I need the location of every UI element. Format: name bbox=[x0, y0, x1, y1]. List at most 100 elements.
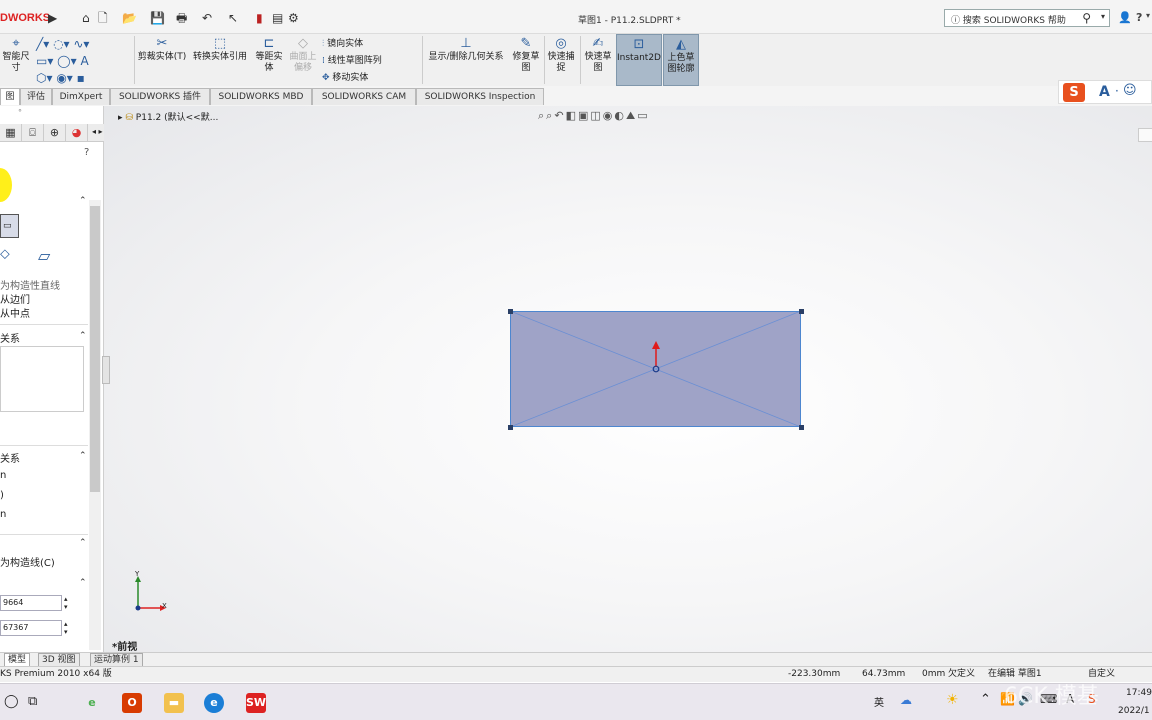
panel-drag-handle[interactable]: ° bbox=[18, 108, 22, 117]
parameter-x-input[interactable]: 9664 bbox=[0, 595, 62, 611]
relation-item[interactable]: n bbox=[0, 470, 6, 481]
section-view-icon[interactable]: ◧ bbox=[566, 109, 578, 122]
panel-collapse-handle[interactable] bbox=[102, 356, 110, 384]
new-document-icon[interactable]: 🗋 bbox=[98, 11, 108, 25]
open-icon[interactable]: 📂 bbox=[122, 11, 137, 25]
zoom-to-fit-icon[interactable]: ⌕ bbox=[538, 109, 546, 122]
options-gear-icon[interactable]: ⚙ bbox=[288, 11, 299, 25]
search-icon[interactable]: ◯ bbox=[4, 694, 19, 709]
undo-icon[interactable]: ↶ bbox=[202, 11, 212, 25]
surface-offset-button[interactable]: ◇ 曲面上偏移 bbox=[288, 34, 318, 86]
rectangle-icon[interactable]: ▭▾ ◯▾ A bbox=[36, 54, 89, 68]
clock-date[interactable]: 2022/1 bbox=[1118, 706, 1150, 716]
collapse-chevron-icon[interactable]: ⌃ bbox=[79, 538, 87, 548]
input-language[interactable]: 英 bbox=[874, 694, 884, 709]
file-properties-icon[interactable]: ▤ bbox=[272, 11, 283, 25]
rectangle-type-selected-button[interactable]: ▭ bbox=[0, 214, 19, 238]
task-view-icon[interactable]: ⧉ bbox=[28, 694, 37, 709]
tray-chevron-icon[interactable]: ⌃ bbox=[980, 692, 991, 707]
collapse-chevron-icon[interactable]: ⌃ bbox=[79, 578, 87, 588]
file-explorer-icon[interactable]: ▬ bbox=[164, 693, 184, 713]
trim-button[interactable]: ✂ 剪裁实体(T) bbox=[136, 34, 188, 86]
help-icon[interactable]: ? bbox=[84, 147, 89, 158]
tab-motion-study[interactable]: 运动算例 1 bbox=[90, 653, 143, 667]
chevron-down-icon[interactable]: ▾ bbox=[1101, 12, 1105, 21]
scene-icon[interactable]: ⛰ bbox=[626, 109, 637, 122]
hide-show-icon[interactable]: ◉ bbox=[603, 109, 615, 122]
tab-dimxpert[interactable]: DimXpert bbox=[52, 88, 110, 105]
tab-3d-view[interactable]: 3D 视图 bbox=[38, 653, 80, 667]
task-pane-tab[interactable] bbox=[1138, 128, 1152, 142]
parallelogram-button[interactable]: ▱ bbox=[38, 246, 66, 272]
from-midpoints-option[interactable]: 从中点 bbox=[0, 305, 30, 320]
spin-arrows-icon[interactable]: ▴ ▾ bbox=[64, 595, 68, 611]
tab-addins[interactable]: SOLIDWORKS 插件 bbox=[110, 88, 210, 105]
tab-cam[interactable]: SOLIDWORKS CAM bbox=[312, 88, 416, 105]
feature-tree-flyout[interactable]: ▸ ⛁ P11.2 (默认<<默... bbox=[118, 110, 218, 123]
from-corners-option[interactable]: 从边们 bbox=[0, 291, 30, 306]
rapid-sketch-button[interactable]: ✍ 快速草图 bbox=[582, 34, 614, 86]
print-icon[interactable]: 🖶 bbox=[176, 11, 187, 25]
tab-evaluate[interactable]: 评估 bbox=[20, 88, 52, 105]
onedrive-icon[interactable]: ☁ bbox=[900, 693, 912, 707]
parameter-y-input[interactable]: 67367 bbox=[0, 620, 62, 636]
search-icon[interactable]: ⚲ bbox=[1082, 11, 1091, 25]
repair-sketch-button[interactable]: ✎ 修复草图 bbox=[510, 34, 542, 86]
relation-item[interactable]: ) bbox=[0, 490, 4, 501]
tab-inspection[interactable]: SOLIDWORKS Inspection bbox=[416, 88, 544, 105]
collapse-chevron-icon[interactable]: ⌃ bbox=[79, 196, 87, 206]
emoji-icon[interactable]: ☺ bbox=[1123, 83, 1137, 98]
tab-mbd[interactable]: SOLIDWORKS MBD bbox=[210, 88, 312, 105]
weather-icon[interactable]: ☀ bbox=[946, 692, 959, 708]
clock-time[interactable]: 17:49 bbox=[1126, 688, 1152, 698]
center-rectangle-button[interactable]: ⬦ bbox=[0, 246, 19, 272]
home-icon[interactable]: ⌂ bbox=[82, 11, 90, 25]
shaded-sketch-button[interactable]: ◭ 上色草图轮廓 bbox=[663, 34, 699, 86]
corner-point[interactable] bbox=[799, 425, 804, 430]
smart-dimension-button[interactable]: ⌖ 智能尺寸 bbox=[0, 34, 32, 86]
mirror-entities-button[interactable]: ⫶ 镜向实体 bbox=[322, 36, 420, 53]
quick-snaps-button[interactable]: ◎ 快速捕捉 bbox=[546, 34, 576, 86]
configuration-tab[interactable]: ⊕ bbox=[44, 124, 66, 142]
relations-list[interactable] bbox=[0, 346, 84, 412]
tab-sketch[interactable]: 图 bbox=[0, 88, 20, 105]
save-icon[interactable]: 💾 bbox=[150, 11, 165, 25]
collapse-chevron-icon[interactable]: ⌃ bbox=[79, 331, 87, 341]
relation-item[interactable]: n bbox=[0, 509, 6, 520]
select-icon[interactable]: ↖ bbox=[228, 11, 238, 25]
corner-point[interactable] bbox=[799, 309, 804, 314]
construction-lines-option[interactable]: 为构造性直线 bbox=[0, 277, 60, 292]
edge-legacy-icon[interactable]: e bbox=[82, 693, 102, 713]
appearance-tab[interactable]: ◕ bbox=[66, 124, 88, 142]
expand-menu-icon[interactable]: ▶ bbox=[48, 11, 57, 25]
featuremanager-tab[interactable]: ▦ bbox=[0, 124, 22, 142]
instant2d-button[interactable]: ⊡ Instant2D bbox=[616, 34, 662, 86]
view-orientation-icon[interactable]: ▣ bbox=[578, 109, 590, 122]
previous-view-icon[interactable]: ↶ bbox=[554, 109, 565, 122]
corner-point[interactable] bbox=[508, 309, 513, 314]
display-relations-button[interactable]: ⊥ 显示/删除几何关系 bbox=[424, 34, 508, 86]
panel-scroll-thumb[interactable] bbox=[90, 206, 100, 492]
office-icon[interactable]: O bbox=[122, 693, 142, 713]
for-construction-checkbox[interactable]: 为构造线(C) bbox=[0, 554, 55, 569]
convert-entities-button[interactable]: ⬚ 转换实体引用 bbox=[190, 34, 250, 86]
propertymanager-tab[interactable]: ⌼ bbox=[22, 124, 44, 142]
offset-entities-button[interactable]: ⊏ 等距实体 bbox=[254, 34, 284, 86]
tab-model[interactable]: 模型 bbox=[4, 653, 31, 667]
rebuild-icon[interactable]: ▮ bbox=[256, 11, 263, 25]
sketch-rectangle[interactable] bbox=[510, 311, 801, 427]
line-icon[interactable]: ╱▾ ◌▾ ∿▾ bbox=[36, 37, 89, 51]
corner-point[interactable] bbox=[508, 425, 513, 430]
help-icon[interactable]: ? bbox=[1136, 11, 1142, 24]
user-icon[interactable]: 👤 bbox=[1118, 11, 1132, 24]
display-style-icon[interactable]: ◫ bbox=[590, 109, 602, 122]
edge-icon[interactable]: e bbox=[204, 693, 224, 713]
linear-pattern-button[interactable]: ⁞ 线性草图阵列 bbox=[322, 53, 420, 70]
spin-arrows-icon[interactable]: ▴ ▾ bbox=[64, 620, 68, 636]
solidworks-taskbar-icon[interactable]: SW bbox=[246, 693, 266, 713]
view-settings-icon[interactable]: ▭ bbox=[637, 109, 649, 122]
help-search-input[interactable]: ⓘ 搜索 SOLIDWORKS 帮助 ⚲ ▾ bbox=[944, 9, 1110, 27]
appearance-icon[interactable]: ◐ bbox=[614, 109, 626, 122]
move-entities-button[interactable]: ✥ 移动实体 bbox=[322, 70, 420, 87]
polygon-icon[interactable]: ⬡▾ ◉▾ ▪ bbox=[36, 71, 85, 85]
